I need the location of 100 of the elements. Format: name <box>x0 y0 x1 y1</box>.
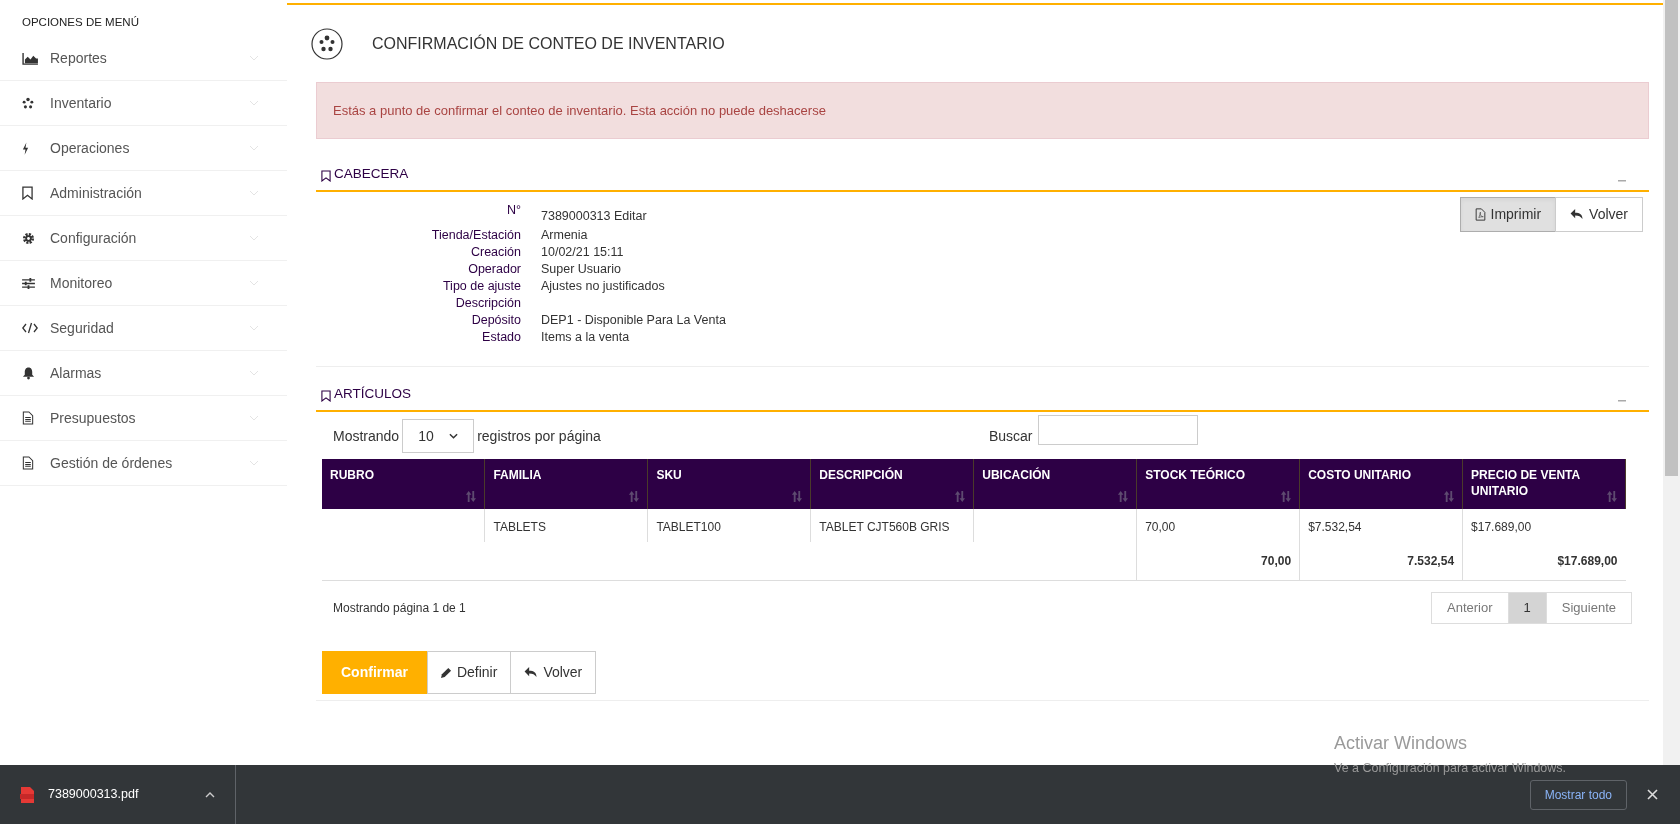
field-value: DEP1 - Disponible Para La Venta <box>541 313 726 327</box>
caret-up-icon[interactable] <box>205 791 215 798</box>
chevron-down-icon[interactable] <box>249 325 259 331</box>
chevron-down-icon[interactable] <box>249 460 259 466</box>
field-label: Descripción <box>454 295 521 312</box>
column-header[interactable]: SKU <box>647 459 811 509</box>
chevron-down-icon[interactable] <box>249 55 259 61</box>
column-header[interactable]: UBICACIÓN <box>973 459 1137 509</box>
define-button[interactable]: Definir <box>426 650 512 694</box>
code-icon <box>22 322 38 334</box>
field-value: 10/02/21 15:11 <box>541 245 624 259</box>
chevron-down-icon[interactable] <box>249 415 259 421</box>
column-header[interactable]: DESCRIPCIÓN <box>810 459 974 509</box>
table-cell: $7.532,54 <box>1308 520 1362 534</box>
alert-message: Estás a punto de confirmar el conteo de inventario. Esta acción no puede deshacerse <box>316 82 1649 139</box>
field-label: Operador <box>467 261 521 278</box>
pagination-button[interactable]: Anterior <box>1431 591 1509 624</box>
document-icon <box>22 411 34 425</box>
sidebar-item[interactable]: Configuración <box>0 216 287 261</box>
table-cell: $17.689,00 <box>1471 520 1532 534</box>
search-label: Buscar <box>988 426 1033 446</box>
search-field[interactable] <box>1038 415 1199 445</box>
chevron-down-icon[interactable] <box>249 280 259 286</box>
sliders-icon <box>22 277 35 289</box>
download-item[interactable]: 7389000313.pdf <box>0 765 236 824</box>
close-icon[interactable] <box>1647 789 1658 800</box>
bookmark-icon <box>321 170 331 182</box>
pagination-info: Mostrando página 1 de 1 <box>333 599 466 617</box>
activation-title: Activar Windows <box>1334 732 1469 755</box>
bell-icon <box>22 366 35 380</box>
table-cell: TABLETS <box>493 520 546 534</box>
sort-icon[interactable] <box>954 491 966 502</box>
sidebar-item[interactable]: Alarmas <box>0 351 287 396</box>
bookmark-icon <box>22 186 33 200</box>
field-value: Ajustes no justificados <box>541 279 665 293</box>
column-header[interactable]: PRECIO DE VENTA UNITARIO <box>1462 459 1626 509</box>
sort-icon[interactable] <box>1280 491 1292 502</box>
field-value: 7389000313 Editar <box>541 209 647 223</box>
sort-icon[interactable] <box>1117 491 1129 502</box>
sort-icon[interactable] <box>1443 491 1455 502</box>
sort-icon[interactable] <box>628 491 640 502</box>
field-value: Super Usuario <box>541 262 621 276</box>
total-cell: 7.532,54 <box>1407 553 1455 568</box>
chevron-down-icon[interactable] <box>249 145 259 151</box>
minimize-icon[interactable] <box>1618 400 1626 402</box>
reply-arrow-icon <box>1570 209 1585 220</box>
length-label: Mostrando <box>333 426 400 446</box>
chevron-down-icon[interactable] <box>249 190 259 196</box>
back-button[interactable]: Volver <box>510 650 597 694</box>
scrollbar[interactable] <box>1663 0 1680 765</box>
sidebar-item[interactable]: Operaciones <box>0 126 287 171</box>
sidebar-item[interactable]: Administración <box>0 171 287 216</box>
area-chart-icon <box>22 51 39 65</box>
column-header[interactable]: FAMILIA <box>484 459 648 509</box>
document-icon <box>22 456 34 470</box>
length-label: registros por página <box>477 426 601 446</box>
table-cell: TABLET100 <box>656 520 721 534</box>
sidebar-item[interactable]: Seguridad <box>0 306 287 351</box>
chevron-down-icon[interactable] <box>249 370 259 376</box>
chevron-down-icon[interactable] <box>249 100 259 106</box>
table-cell: 70,00 <box>1145 520 1176 534</box>
sort-icon[interactable] <box>791 491 803 502</box>
sidebar-heading: OPCIONES DE MENÚ <box>21 15 140 30</box>
settings-icon <box>22 231 35 245</box>
page-size-select[interactable]: 10 <box>402 419 475 453</box>
field-value: Items a la venta <box>541 330 630 344</box>
field-label: Tienda/Estación <box>430 227 521 244</box>
minimize-icon[interactable] <box>1618 180 1626 182</box>
sidebar-item[interactable]: Inventario <box>0 81 287 126</box>
activation-message: Ve a Configuración para activar Windows. <box>1334 760 1567 777</box>
section-title: ARTÍCULOS <box>334 384 412 403</box>
chevron-down-icon[interactable] <box>249 235 259 241</box>
column-header[interactable]: RUBRO <box>322 459 485 509</box>
sidebar-item[interactable]: Reportes <box>0 36 287 81</box>
total-cell: $17.689,00 <box>1557 553 1618 568</box>
field-label: Depósito <box>470 312 521 329</box>
page-title: CONFIRMACIÓN DE CONTEO DE INVENTARIO <box>372 33 725 54</box>
sort-icon[interactable] <box>1606 491 1617 502</box>
section-title: CABECERA <box>334 164 409 183</box>
sidebar-item[interactable]: Monitoreo <box>0 261 287 306</box>
total-cell: 70,00 <box>1261 553 1292 568</box>
field-label: Tipo de ajuste <box>441 278 521 295</box>
pdf-file-icon <box>1474 208 1486 221</box>
sidebar-item[interactable]: Gestión de órdenes <box>0 441 287 486</box>
back-button[interactable]: Volver <box>1555 197 1643 232</box>
column-header[interactable]: COSTO UNITARIO <box>1299 459 1463 509</box>
show-all-button[interactable]: Mostrar todo <box>1529 779 1627 810</box>
lightning-icon <box>22 141 29 155</box>
field-label: Creación <box>469 244 521 261</box>
cluster-icon <box>22 97 34 109</box>
column-header[interactable]: STOCK TEÓRICO <box>1136 459 1300 509</box>
sidebar-item[interactable]: Presupuestos <box>0 396 287 441</box>
table-cell: TABLET CJT560B GRIS <box>819 520 950 534</box>
pagination-button[interactable]: 1 <box>1507 591 1547 624</box>
sort-icon[interactable] <box>465 491 477 502</box>
pagination-button[interactable]: Siguiente <box>1545 591 1632 624</box>
field-value: Armenia <box>541 228 588 242</box>
bookmark-icon <box>321 390 331 402</box>
print-button[interactable]: Imprimir <box>1459 197 1557 232</box>
reply-arrow-icon <box>524 666 539 678</box>
